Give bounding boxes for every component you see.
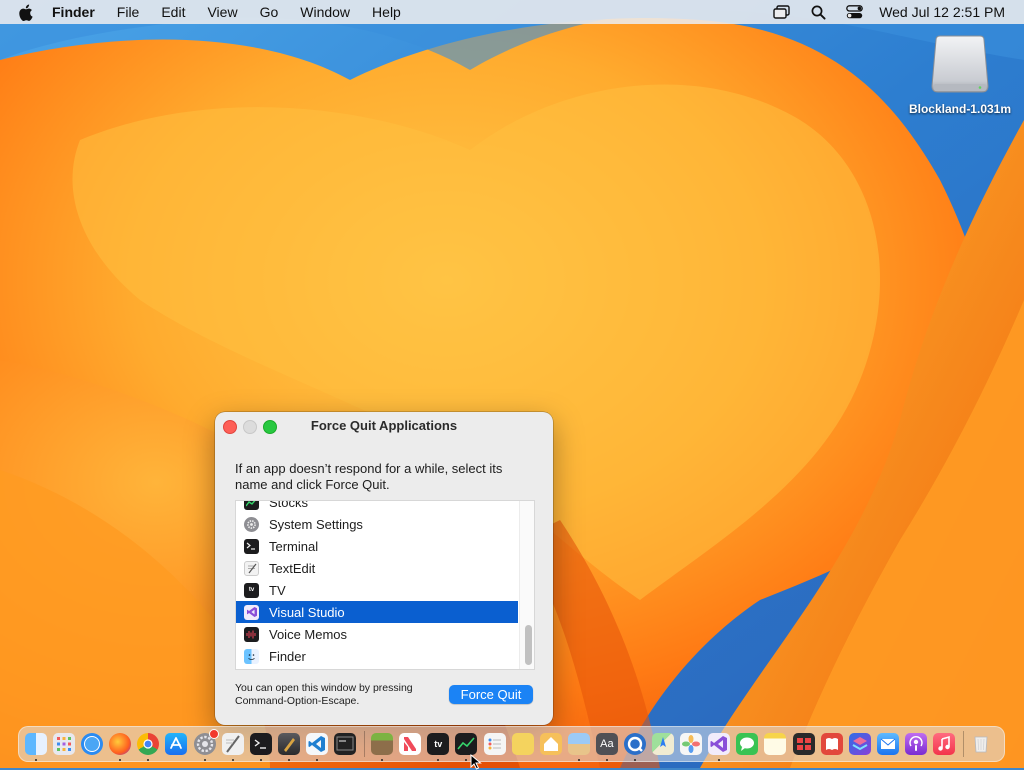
app-row-label: TextEdit [269, 560, 316, 576]
desktop-drive[interactable]: Blockland-1.031m [900, 34, 1020, 116]
app-row-label: System Settings [269, 516, 363, 532]
app-row-system-settings[interactable]: System Settings [236, 513, 518, 535]
apple-icon[interactable] [18, 3, 34, 21]
external-drive-icon[interactable] [930, 34, 990, 96]
app-list[interactable]: Stocks System Settings Terminal TextEdit [235, 500, 535, 670]
app-row-label: TV [269, 582, 286, 598]
dock-chrome-icon[interactable] [137, 733, 160, 761]
dock-home-icon[interactable] [539, 733, 562, 755]
app-row-label: Terminal [269, 538, 319, 554]
menu-help[interactable]: Help [372, 4, 401, 20]
dock-minecraft-icon[interactable] [371, 733, 394, 761]
dock-vscode-icon[interactable] [305, 733, 328, 761]
app-row-textedit[interactable]: TextEdit [236, 557, 518, 579]
dock-messages-icon[interactable] [736, 733, 759, 755]
app-row-stocks[interactable]: Stocks [236, 500, 518, 513]
dock-textedit-icon[interactable] [221, 733, 244, 761]
shortcut-hint: You can open this window by pressing Com… [235, 682, 413, 707]
app-row-label: Stocks [269, 500, 309, 510]
menu-window[interactable]: Window [300, 4, 350, 20]
dock-trash-icon[interactable] [970, 733, 992, 755]
app-row-label: Voice Memos [269, 626, 348, 642]
window-title: Force Quit Applications [310, 418, 458, 433]
force-quit-button[interactable]: Force Quit [449, 685, 533, 704]
dock-books-icon[interactable] [820, 733, 843, 755]
scrollbar-thumb[interactable] [525, 625, 532, 665]
menu-app-name[interactable]: Finder [52, 4, 95, 20]
dock-font-book-icon[interactable]: Aa [595, 733, 618, 761]
visual-studio-icon [244, 604, 259, 620]
app-row-terminal[interactable]: Terminal [236, 535, 518, 557]
app-row-visual-studio[interactable]: Visual Studio [236, 601, 518, 623]
control-center-icon[interactable] [843, 3, 865, 21]
dock-visual-studio-icon[interactable] [708, 733, 731, 761]
menu-view[interactable]: View [207, 4, 237, 20]
stocks-icon [244, 501, 259, 510]
dock-app-store-icon[interactable] [165, 733, 188, 755]
app-list-rows: Stocks System Settings Terminal TextEdit [236, 500, 518, 667]
app-row-label: Visual Studio [269, 604, 345, 620]
terminal-icon [244, 538, 259, 554]
menu-bar: Finder File Edit View Go Window Help Wed… [0, 0, 1024, 24]
gear-icon [244, 516, 259, 532]
title-bar[interactable]: Force Quit Applications [215, 412, 553, 440]
app-row-finder[interactable]: Finder [236, 645, 518, 667]
dock-script-icon[interactable] [277, 733, 300, 761]
finder-icon [244, 648, 259, 664]
notification-badge [208, 729, 219, 739]
instructions-text: If an app doesn’t respond for a while, s… [235, 461, 503, 492]
dock-separator [963, 731, 965, 757]
dock-safari-icon[interactable] [81, 733, 104, 755]
dock-music-icon[interactable] [933, 733, 955, 755]
menu-clock[interactable]: Wed Jul 12 2:51 PM [879, 4, 1005, 20]
app-row-voice-memos[interactable]: Voice Memos [236, 623, 518, 645]
dock-maps-icon[interactable] [652, 733, 675, 755]
dock-mail-icon[interactable] [876, 733, 899, 755]
textedit-icon [244, 560, 259, 576]
dock-system-settings-icon[interactable] [193, 729, 219, 761]
dock: tv Aa [18, 726, 1005, 762]
dock-podcasts-icon[interactable] [904, 733, 927, 755]
dock-preview-icon[interactable] [567, 733, 590, 761]
force-quit-window: Force Quit Applications If an app doesn’… [215, 412, 553, 725]
dock-reminders-icon[interactable] [483, 733, 506, 755]
drive-label[interactable]: Blockland-1.031m [900, 102, 1020, 116]
dock-notes-icon[interactable] [764, 733, 787, 755]
search-icon[interactable] [807, 3, 829, 21]
voice-memos-icon [244, 626, 259, 642]
dock-quicktime-icon[interactable] [623, 733, 646, 761]
dock-launchpad-icon[interactable] [53, 733, 76, 755]
dock-console-icon[interactable] [334, 733, 357, 755]
dock-stickies-icon[interactable] [511, 733, 534, 755]
menu-go[interactable]: Go [260, 4, 279, 20]
tv-icon: tv [244, 582, 259, 598]
dock-photos-icon[interactable] [680, 733, 703, 755]
dock-photo-booth-icon[interactable] [792, 733, 815, 755]
dock-finder-icon[interactable] [25, 733, 47, 761]
menu-file[interactable]: File [117, 4, 140, 20]
dock-stocks-icon[interactable] [455, 733, 478, 761]
dock-news-icon[interactable] [399, 733, 422, 755]
menu-edit[interactable]: Edit [161, 4, 185, 20]
screen-mirroring-icon[interactable] [771, 3, 793, 21]
app-row-label: Finder [269, 648, 306, 664]
dock-shortcuts-icon[interactable] [848, 733, 871, 755]
dock-terminal-icon[interactable] [249, 733, 272, 761]
dock-tv-icon[interactable]: tv [427, 733, 450, 761]
dock-firefox-icon[interactable] [109, 733, 132, 761]
app-row-tv[interactable]: tv TV [236, 579, 518, 601]
dock-separator [364, 731, 366, 757]
